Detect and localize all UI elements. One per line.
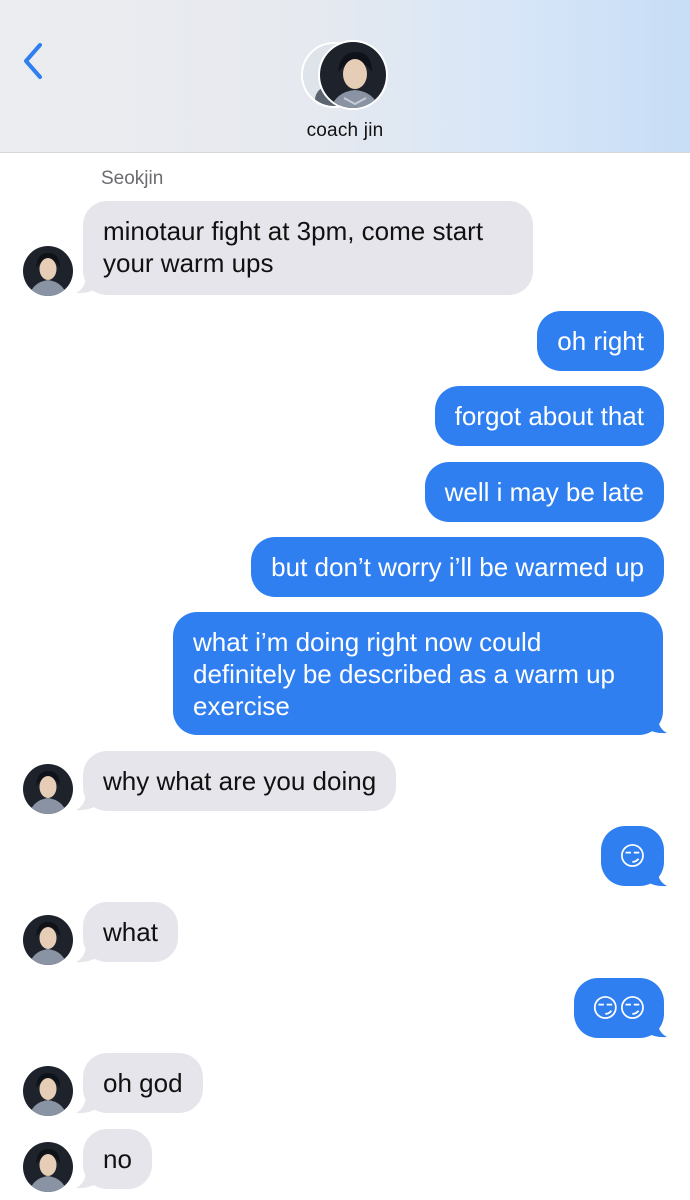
sender-name: Seokjin	[101, 168, 164, 189]
sender-avatar[interactable]	[23, 1142, 73, 1192]
contact-avatar[interactable]	[301, 40, 389, 110]
message-incoming[interactable]: why what are you doing	[83, 751, 397, 811]
avatar-front	[318, 40, 388, 110]
contact-name[interactable]: coach jin	[0, 120, 690, 142]
message-outgoing[interactable]: oh right	[537, 311, 664, 371]
chevron-left-icon	[24, 43, 42, 79]
message-outgoing[interactable]: forgot about that	[434, 386, 664, 446]
message-outgoing-emoji[interactable]: 😏😏	[573, 978, 664, 1038]
message-outgoing-emoji[interactable]: 😏	[600, 826, 664, 886]
sender-avatar[interactable]	[23, 915, 73, 965]
sender-avatar[interactable]	[23, 764, 73, 814]
message-incoming[interactable]: oh god	[83, 1053, 203, 1113]
message-outgoing[interactable]: well i may be late	[424, 462, 664, 522]
message-outgoing[interactable]: but don’t worry i’ll be warmed up	[251, 537, 664, 597]
message-incoming[interactable]: no	[83, 1129, 152, 1189]
message-incoming[interactable]: what	[83, 902, 178, 962]
back-button[interactable]	[18, 38, 52, 84]
conversation-header: coach jin	[0, 0, 690, 153]
sender-avatar[interactable]	[23, 1066, 73, 1116]
message-incoming[interactable]: minotaur fight at 3pm, come start your w…	[83, 201, 533, 295]
message-outgoing[interactable]: what i’m doing right now could definitel…	[173, 612, 663, 735]
sender-avatar[interactable]	[23, 246, 73, 296]
